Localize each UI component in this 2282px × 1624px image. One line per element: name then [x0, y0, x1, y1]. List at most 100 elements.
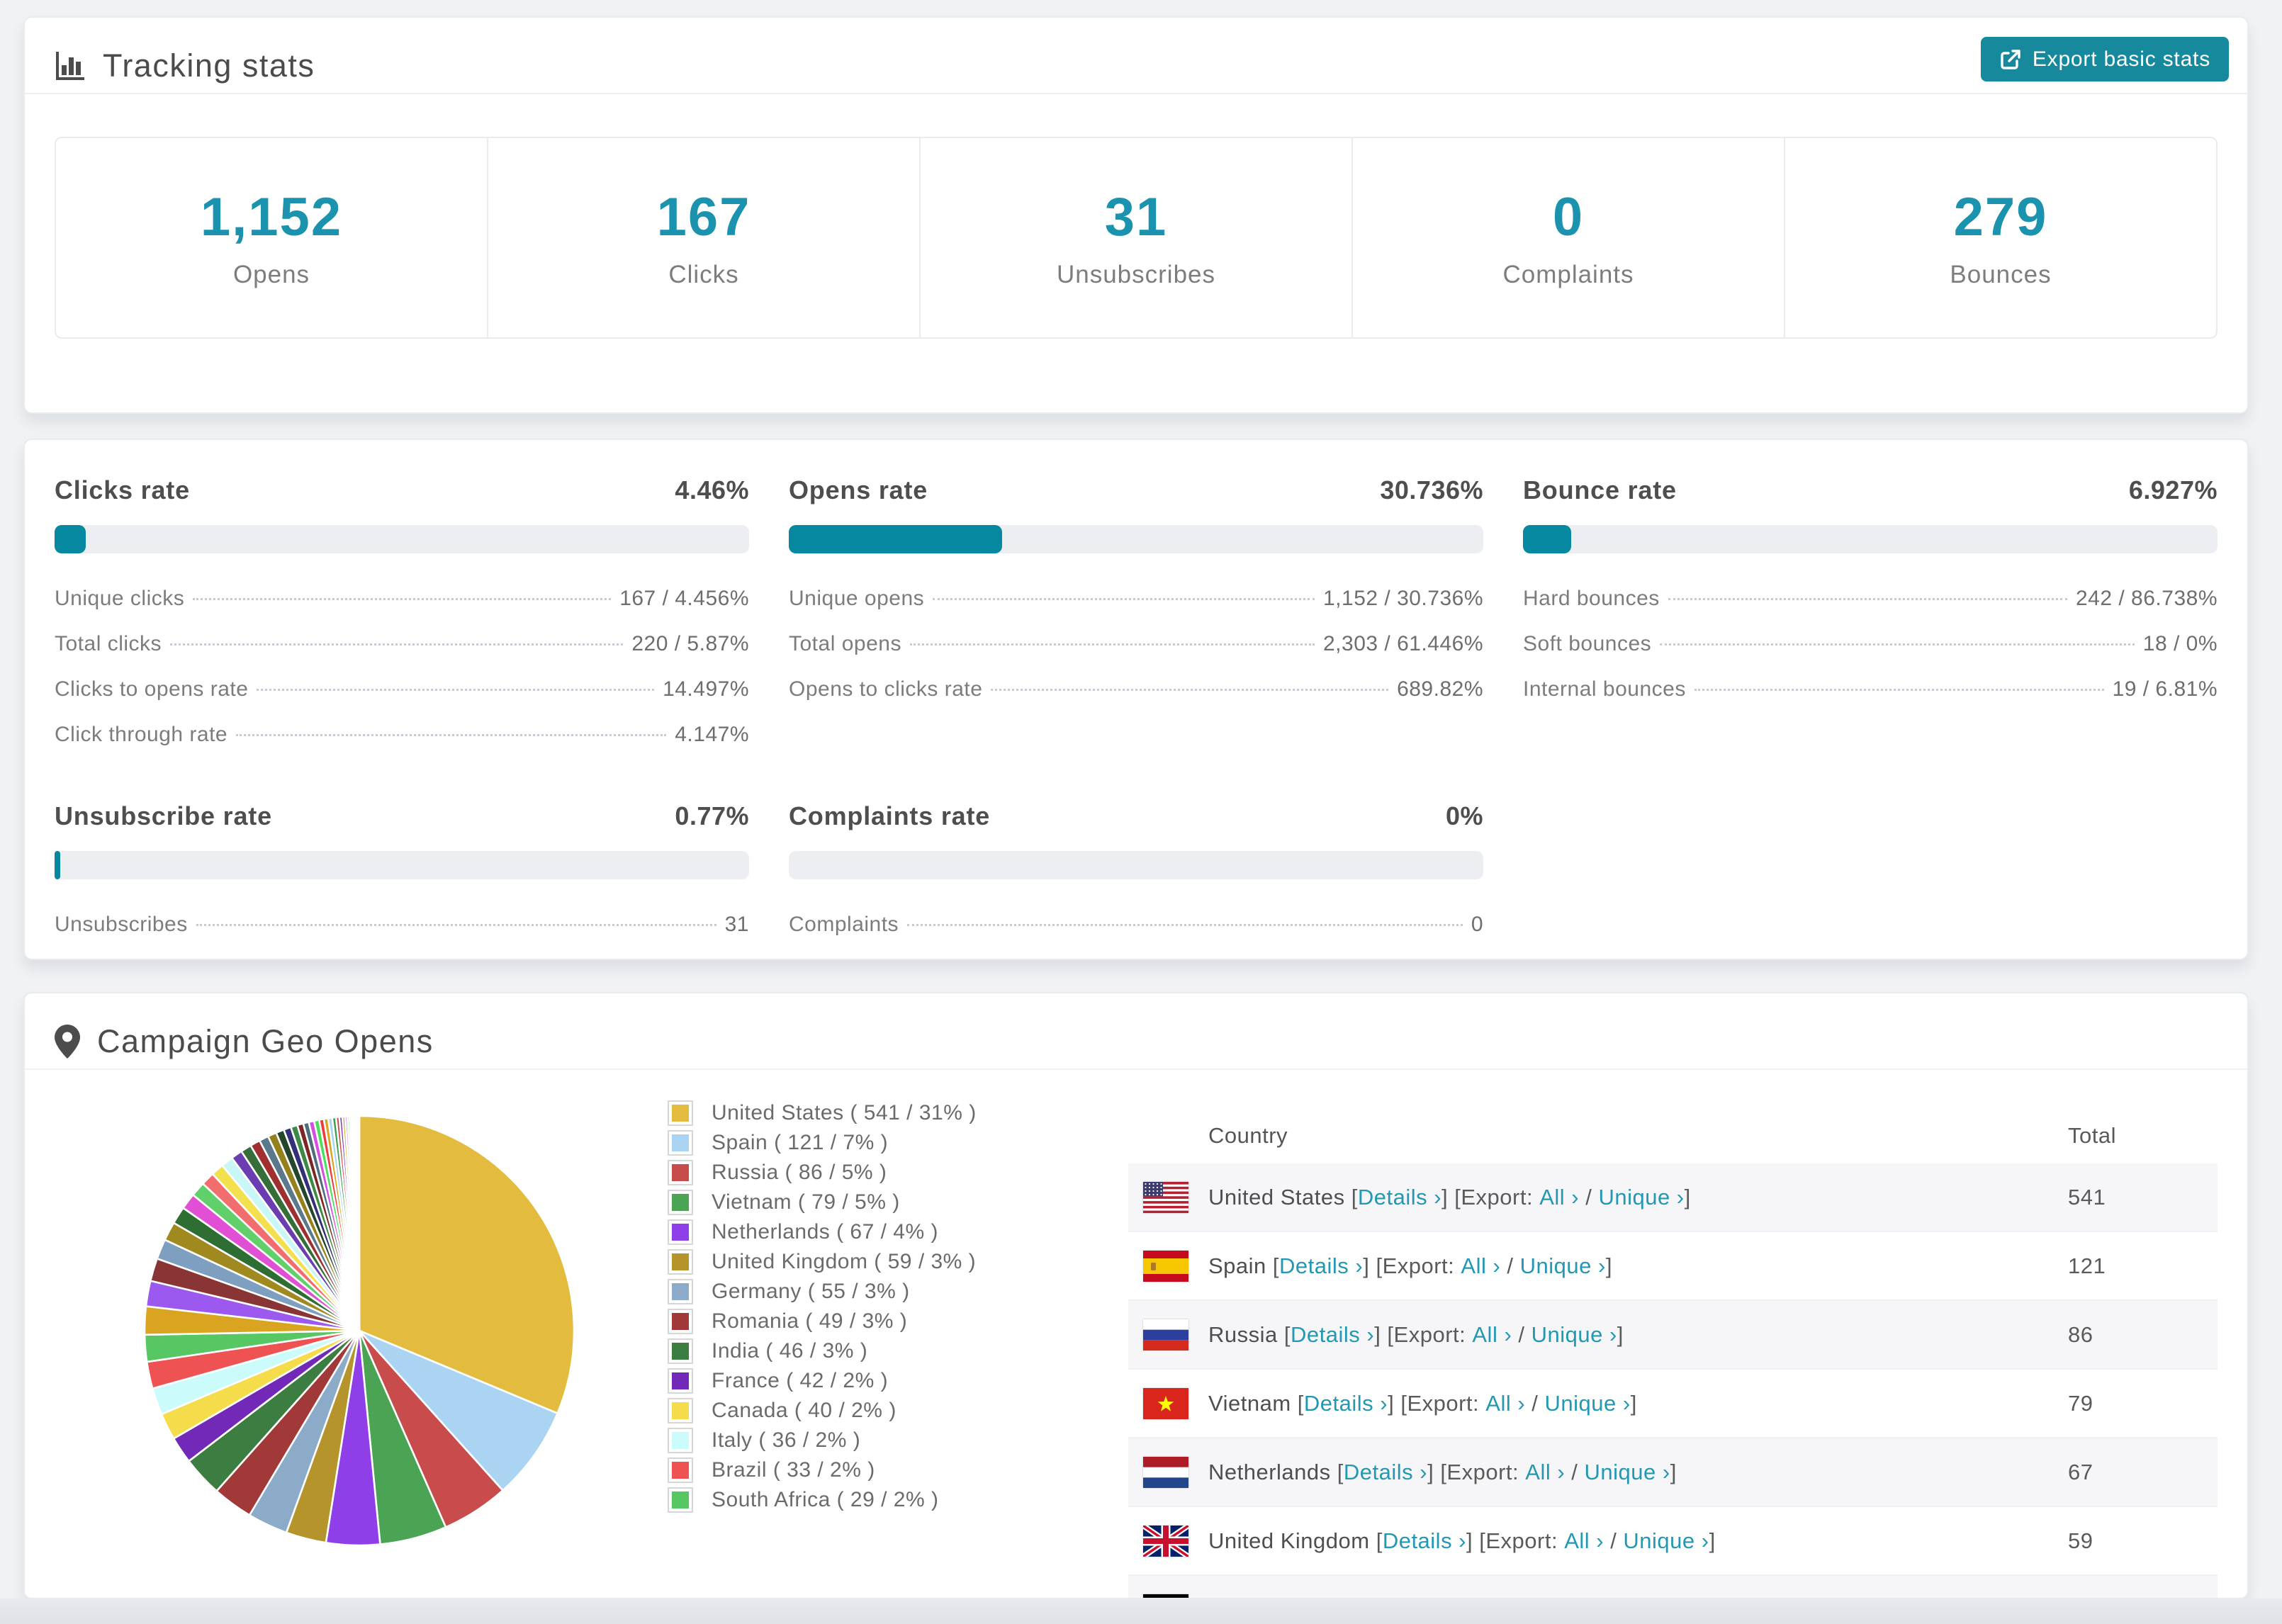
country-name: United Kingdom	[1208, 1528, 1370, 1553]
rate-detail-row: Total clicks 220 / 5.87%	[55, 621, 749, 667]
details-link[interactable]: Details ›	[1279, 1253, 1363, 1279]
legend-swatch	[668, 1398, 693, 1423]
rate-detail-label: Soft bounces	[1523, 632, 1652, 655]
export-all-link[interactable]: All ›	[1472, 1322, 1512, 1348]
rate-detail-row: Click through rate 4.147%	[55, 712, 749, 757]
stat-value: 167	[656, 187, 751, 247]
legend-label: India ( 46 / 3% )	[712, 1339, 868, 1363]
rate-detail-label: Total opens	[789, 632, 901, 655]
flag-gb-icon	[1143, 1525, 1188, 1557]
rate-detail-value: 19 / 6.81%	[2112, 677, 2218, 701]
export-all-link[interactable]: All ›	[1496, 1597, 1536, 1598]
legend-item: Canada ( 40 / 2% )	[668, 1396, 1093, 1426]
geo-card-header: Campaign Geo Opens	[25, 993, 2247, 1070]
stat-cell-complaints: 0 Complaints	[1353, 138, 1785, 337]
country-name: United States	[1208, 1184, 1345, 1209]
table-row-gb: United Kingdom [Details ›] [Export: All …	[1128, 1507, 2218, 1576]
dotted-leader	[907, 924, 1463, 926]
export-basic-stats-button[interactable]: Export basic stats	[1980, 37, 2229, 81]
table-row-vn: Vietnam [Details ›] [Export: All › / Uni…	[1128, 1370, 2218, 1438]
export-unique-link[interactable]: Unique ›	[1555, 1597, 1641, 1598]
rate-detail-rows: Unsubscribes 31	[55, 902, 749, 947]
legend-swatch	[668, 1219, 693, 1245]
rate-detail-label: Opens to clicks rate	[789, 677, 983, 701]
flag-ru-icon	[1143, 1319, 1188, 1350]
table-row-nl: Netherlands [Details ›] [Export: All › /…	[1128, 1438, 2218, 1507]
rate-title: Clicks rate	[55, 475, 190, 504]
rate-header: Bounce rate 6.927%	[1523, 475, 2218, 505]
country-name: Netherlands	[1208, 1459, 1331, 1484]
rate-detail-value: 1,152 / 30.736%	[1322, 587, 1483, 610]
export-all-link[interactable]: All ›	[1525, 1460, 1565, 1485]
legend-swatch	[668, 1457, 693, 1483]
rate-detail-value: 31	[724, 913, 749, 936]
rate-block-complaints-rate: Complaints rate 0% Complaints 0	[789, 801, 1483, 947]
dotted-leader	[236, 734, 667, 736]
export-unique-link[interactable]: Unique ›	[1623, 1528, 1709, 1554]
export-button-label: Export basic stats	[2032, 47, 2210, 71]
legend-label: United States ( 541 / 31% )	[712, 1101, 977, 1124]
rate-progressbar	[55, 525, 749, 553]
details-link[interactable]: Details ›	[1344, 1460, 1427, 1485]
country-cell: Vietnam [Details ›] [Export: All › / Uni…	[1128, 1387, 2068, 1419]
rate-detail-row: Unique opens 1,152 / 30.736%	[789, 576, 1483, 621]
legend-item: Brazil ( 33 / 2% )	[668, 1455, 1093, 1485]
rate-title: Unsubscribe rate	[55, 801, 272, 830]
geo-pie-svg	[143, 1115, 575, 1547]
legend-label: Spain ( 121 / 7% )	[712, 1131, 889, 1154]
export-unique-link[interactable]: Unique ›	[1545, 1391, 1631, 1416]
dotted-leader	[170, 643, 624, 645]
rate-detail-row: Unsubscribes 31	[55, 902, 749, 947]
export-all-link[interactable]: All ›	[1485, 1391, 1525, 1416]
legend-item: United States ( 541 / 31% )	[668, 1098, 1093, 1128]
dotted-leader	[196, 924, 716, 926]
stat-label: Clicks	[668, 261, 739, 288]
dotted-leader	[257, 689, 655, 691]
rate-detail-row: Unique clicks 167 / 4.456%	[55, 576, 749, 621]
rate-detail-rows: Complaints 0	[789, 902, 1483, 947]
rate-percentage: 4.46%	[675, 475, 749, 504]
map-pin-icon	[55, 1025, 80, 1059]
rate-block-bounce-rate: Bounce rate 6.927% Hard bounces 242 / 86.73…	[1523, 475, 2218, 757]
rate-percentage: 0.77%	[675, 801, 749, 830]
country-cell: Germany [Details ›] [Export: All › / Uni…	[1128, 1594, 2068, 1598]
legend-label: United Kingdom ( 59 / 3% )	[712, 1250, 977, 1273]
details-link[interactable]: Details ›	[1383, 1528, 1466, 1554]
geo-card-title: Campaign Geo Opens	[97, 1023, 434, 1059]
rate-progressbar-fill	[789, 525, 1003, 553]
details-link[interactable]: Details ›	[1304, 1391, 1388, 1416]
details-link[interactable]: Details ›	[1314, 1597, 1398, 1598]
rate-progressbar	[1523, 525, 2218, 553]
rate-detail-label: Internal bounces	[1523, 677, 1686, 701]
export-unique-link[interactable]: Unique ›	[1520, 1253, 1606, 1279]
legend-swatch	[668, 1487, 693, 1513]
export-all-link[interactable]: All ›	[1564, 1528, 1604, 1554]
rate-detail-value: 18 / 0%	[2142, 632, 2218, 655]
legend-swatch	[668, 1249, 693, 1275]
geo-content: United States ( 541 / 31% ) Spain ( 121 /…	[25, 1070, 2247, 1598]
rate-title: Complaints rate	[789, 801, 991, 830]
rate-percentage: 30.736%	[1380, 475, 1483, 504]
rate-detail-row: Clicks to opens rate 14.497%	[55, 667, 749, 712]
country-name: Spain	[1208, 1253, 1266, 1278]
export-all-link[interactable]: All ›	[1539, 1185, 1579, 1210]
export-unique-link[interactable]: Unique ›	[1598, 1185, 1684, 1210]
rate-progressbar	[789, 851, 1483, 879]
geo-country-table: Country Total United States [Details ›] [E…	[1128, 1108, 2218, 1598]
export-unique-link[interactable]: Unique ›	[1531, 1322, 1617, 1348]
legend-label: Romania ( 49 / 3% )	[712, 1309, 908, 1333]
export-all-link[interactable]: All ›	[1461, 1253, 1500, 1279]
export-unique-link[interactable]: Unique ›	[1585, 1460, 1670, 1485]
details-link[interactable]: Details ›	[1358, 1185, 1441, 1210]
stat-cell-bounces: 279 Bounces	[1785, 138, 2216, 337]
dotted-leader	[1668, 598, 2067, 600]
rate-detail-value: 220 / 5.87%	[631, 632, 749, 655]
details-link[interactable]: Details ›	[1291, 1322, 1374, 1348]
legend-swatch	[668, 1130, 693, 1156]
stats-summary-row: 1,152 Opens 167 Clicks 31 Unsubscribes 0 Compla…	[55, 137, 2218, 339]
country-name: Russia	[1208, 1321, 1278, 1347]
country-cell: United States [Details ›] [Export: All ›…	[1128, 1181, 2068, 1213]
legend-item: Russia ( 86 / 5% )	[668, 1158, 1093, 1188]
legend-label: Canada ( 40 / 2% )	[712, 1399, 896, 1422]
country-cell: Netherlands [Details ›] [Export: All › /…	[1128, 1456, 2068, 1488]
